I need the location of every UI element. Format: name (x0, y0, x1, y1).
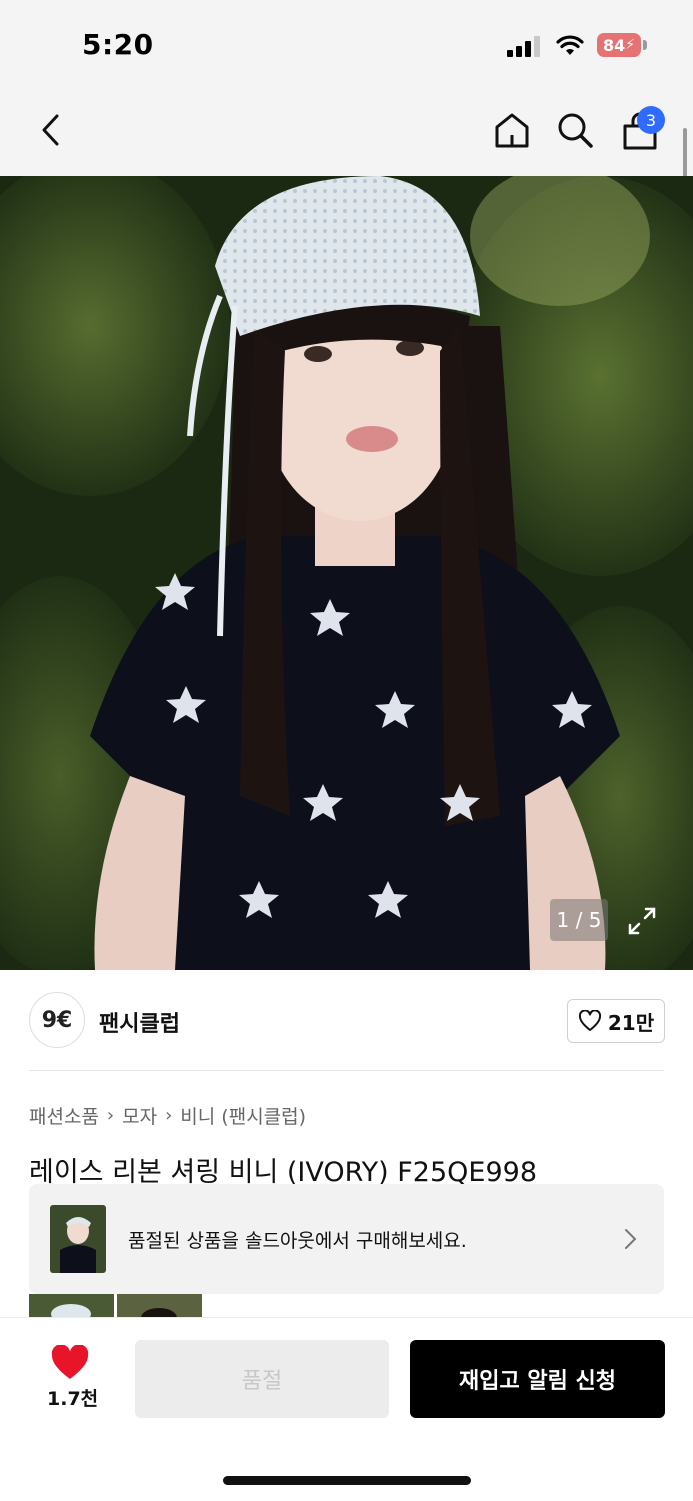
status-time: 5:20 (82, 28, 154, 61)
chevron-left-icon (42, 114, 59, 146)
search-button[interactable] (553, 108, 597, 152)
home-button[interactable] (490, 108, 534, 152)
back-button[interactable] (30, 108, 70, 152)
brand-like-button[interactable]: 21만 (567, 999, 665, 1043)
battery-level: 84 (602, 35, 626, 55)
cart-count-badge: 3 (637, 106, 665, 134)
soldout-thumbnail (50, 1205, 106, 1273)
chevron-right-icon: › (165, 1105, 173, 1126)
breadcrumb-item[interactable]: 비니 (팬시클럽) (180, 1102, 306, 1129)
restock-alert-button[interactable]: 재입고 알림 신청 (410, 1340, 665, 1418)
product-photo (0, 176, 693, 970)
signal-icon (507, 35, 543, 57)
thumbnail-1[interactable] (29, 1294, 114, 1318)
top-nav (0, 88, 693, 176)
thumbnail-2[interactable] (117, 1294, 202, 1318)
breadcrumb-item[interactable]: 모자 (122, 1102, 157, 1129)
chevron-right-icon: › (106, 1105, 115, 1126)
breadcrumb-item[interactable]: 패션소품 (29, 1102, 99, 1129)
wifi-icon (556, 35, 584, 55)
heart-outline-icon (578, 1010, 601, 1031)
expand-icon[interactable] (624, 903, 660, 939)
brand-name[interactable]: 팬시클럽 (99, 1006, 180, 1038)
image-counter: 1 / 5 (550, 899, 608, 941)
like-count: 1.7천 (47, 1388, 99, 1410)
brand-like-count: 21만 (607, 1010, 655, 1035)
breadcrumb: 패션소품 › 모자 › 비니 (팬시클럽) (29, 1102, 306, 1129)
heart-filled-icon[interactable] (50, 1345, 90, 1381)
divider (29, 1070, 664, 1071)
home-indicator (223, 1476, 471, 1485)
soldout-button[interactable]: 품절 (135, 1340, 389, 1418)
search-icon (558, 113, 593, 148)
brand-logo[interactable]: 9€ (29, 992, 85, 1048)
battery-icon: 84 ⚡ (597, 33, 641, 57)
scrollbar[interactable] (683, 128, 687, 178)
home-icon (495, 113, 529, 148)
soldout-banner-text: 품절된 상품을 솔드아웃에서 구매해보세요. (128, 1230, 467, 1252)
product-image[interactable] (0, 176, 693, 970)
battery-tip (643, 40, 647, 50)
chevron-right-icon (625, 1229, 637, 1249)
